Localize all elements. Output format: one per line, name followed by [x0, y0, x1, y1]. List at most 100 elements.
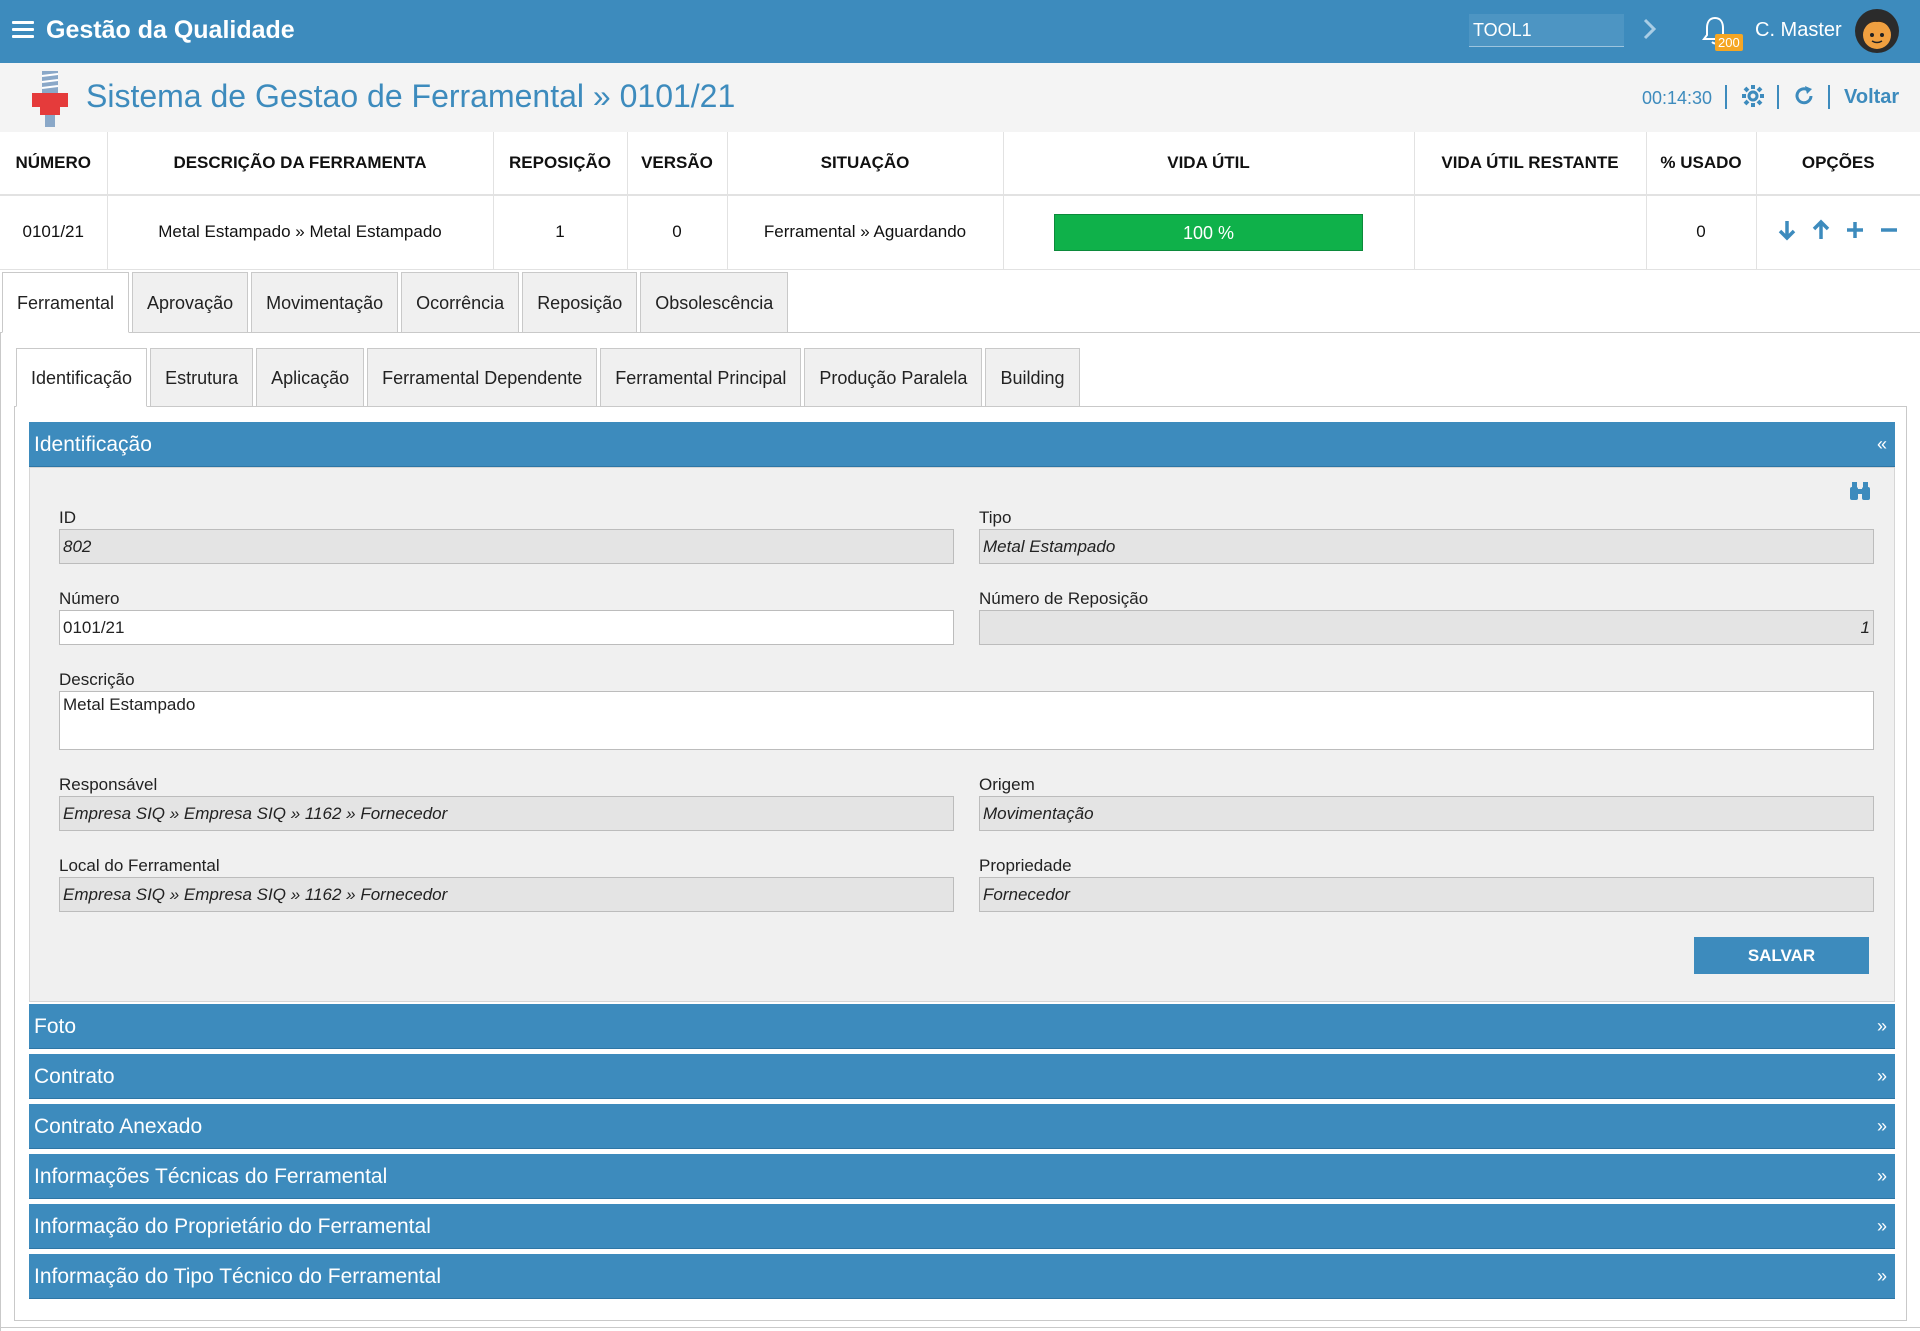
id-field[interactable] — [59, 529, 954, 564]
section-header-informacoes-tecnicas[interactable]: Informações Técnicas do Ferramental » — [29, 1154, 1895, 1199]
divider — [1828, 85, 1830, 109]
section-header-contrato-anexado[interactable]: Contrato Anexado » — [29, 1104, 1895, 1149]
tab-aplicacao[interactable]: Aplicação — [256, 348, 365, 407]
column-header: SITUAÇÃO — [727, 132, 1004, 196]
descricao-label: Descrição — [59, 670, 135, 689]
numero-reposicao-field[interactable] — [979, 610, 1874, 645]
sub-tabs: Identificação Estrutura Aplicação Ferram… — [16, 348, 1083, 407]
expand-icon[interactable]: » — [1877, 1254, 1887, 1299]
numero-reposicao-label: Número de Reposição — [979, 589, 1149, 608]
tool-search-input[interactable] — [1469, 14, 1624, 47]
expand-icon[interactable]: » — [1877, 1054, 1887, 1099]
tab-movimentacao[interactable]: Movimentação — [251, 272, 399, 333]
tab-obsolescencia[interactable]: Obsolescência — [640, 272, 789, 333]
column-header: % USADO — [1646, 132, 1757, 196]
app-title: Gestão da Qualidade — [46, 16, 295, 44]
back-link[interactable]: Voltar — [1844, 86, 1899, 109]
tipo-label: Tipo — [979, 508, 1012, 527]
divider — [1725, 85, 1727, 109]
column-header: VIDA ÚTIL RESTANTE — [1414, 132, 1647, 196]
local-ferramental-label: Local do Ferramental — [59, 856, 220, 875]
numero-label: Número — [59, 589, 120, 608]
cell-versao: 0 — [627, 195, 728, 270]
notification-badge: 200 — [1715, 34, 1743, 51]
cell-reposicao: 1 — [493, 195, 628, 270]
cell-vida-util-restante — [1414, 195, 1647, 270]
life-progress-bar: 100 % — [1054, 213, 1363, 251]
column-header: VIDA ÚTIL — [1003, 132, 1415, 196]
cell-descricao: Metal Estampado » Metal Estampado — [107, 195, 494, 270]
binoculars-icon[interactable] — [1849, 481, 1871, 501]
section-title: Contrato — [34, 1065, 115, 1088]
top-bar: Gestão da Qualidade 200 C. Master — [0, 0, 1920, 63]
section-header-informacao-tipo-tecnico[interactable]: Informação do Tipo Técnico do Ferramenta… — [29, 1254, 1895, 1299]
origem-field[interactable] — [979, 796, 1874, 831]
chevron-right-icon[interactable] — [1640, 15, 1660, 43]
divider — [1777, 85, 1779, 109]
section-title: Contrato Anexado — [34, 1115, 203, 1138]
user-name[interactable]: C. Master — [1755, 19, 1842, 42]
column-header: NÚMERO — [0, 132, 108, 196]
divider — [0, 1327, 1920, 1328]
tool-logo-icon — [32, 71, 68, 127]
column-header: REPOSIÇÃO — [493, 132, 628, 196]
column-header: VERSÃO — [627, 132, 728, 196]
save-button[interactable]: SALVAR — [1694, 937, 1869, 974]
cell-numero: 0101/21 — [0, 195, 108, 270]
avatar[interactable] — [1855, 9, 1899, 53]
tab-estrutura[interactable]: Estrutura — [150, 348, 254, 407]
tab-producao-paralela[interactable]: Produção Paralela — [804, 348, 983, 407]
arrow-up-icon[interactable] — [1810, 219, 1832, 241]
column-header: DESCRIÇÃO DA FERRAMENTA — [107, 132, 494, 196]
section-title: Informações Técnicas do Ferramental — [34, 1165, 388, 1188]
numero-field[interactable] — [59, 610, 954, 645]
expand-icon[interactable]: » — [1877, 1104, 1887, 1149]
tab-reposicao[interactable]: Reposição — [522, 272, 638, 333]
local-ferramental-field[interactable] — [59, 877, 954, 912]
hamburger-menu-icon[interactable] — [12, 21, 34, 39]
cell-situacao: Ferramental » Aguardando — [727, 195, 1004, 270]
main-tabs: Ferramental Aprovação Movimentação Ocorr… — [2, 272, 791, 333]
section-header-foto[interactable]: Foto » — [29, 1004, 1895, 1049]
session-clock: 00:14:30 — [1642, 88, 1713, 108]
collapse-icon[interactable]: « — [1877, 422, 1887, 467]
arrow-down-icon[interactable] — [1776, 219, 1798, 241]
tipo-field[interactable] — [979, 529, 1874, 564]
tab-ferramental-dependente[interactable]: Ferramental Dependente — [367, 348, 598, 407]
descricao-textarea[interactable]: Metal Estampado — [59, 691, 1874, 750]
gear-icon[interactable] — [1741, 84, 1765, 108]
id-label: ID — [59, 508, 76, 527]
section-title: Identificação — [34, 433, 152, 456]
section-title: Informação do Proprietário do Ferramenta… — [34, 1215, 431, 1238]
expand-icon[interactable]: » — [1877, 1154, 1887, 1199]
tab-ferramental[interactable]: Ferramental — [2, 272, 130, 333]
refresh-icon[interactable] — [1792, 84, 1816, 108]
responsavel-field[interactable] — [59, 796, 954, 831]
tab-identificacao[interactable]: Identificação — [16, 348, 148, 407]
origem-label: Origem — [979, 775, 1035, 794]
cell-usado: 0 — [1646, 195, 1757, 270]
section-header-identificacao[interactable]: Identificação « — [29, 422, 1895, 467]
cell-vida-util: 100 % — [1003, 195, 1415, 270]
plus-icon[interactable] — [1844, 219, 1866, 241]
column-header: OPÇÕES — [1756, 132, 1920, 196]
expand-icon[interactable]: » — [1877, 1204, 1887, 1249]
tab-ferramental-principal[interactable]: Ferramental Principal — [600, 348, 802, 407]
page-header: Sistema de Gestao de Ferramental » 0101/… — [0, 63, 1920, 132]
table-row: 0101/21 Metal Estampado » Metal Estampad… — [0, 195, 1920, 270]
expand-icon[interactable]: » — [1877, 1004, 1887, 1049]
minus-icon[interactable] — [1878, 219, 1900, 241]
page-title: Sistema de Gestao de Ferramental » 0101/… — [86, 78, 736, 114]
table-header-row: NÚMERO DESCRIÇÃO DA FERRAMENTA REPOSIÇÃO… — [0, 132, 1920, 196]
section-title: Informação do Tipo Técnico do Ferramenta… — [34, 1265, 441, 1288]
section-header-informacao-proprietario[interactable]: Informação do Proprietário do Ferramenta… — [29, 1204, 1895, 1249]
section-header-contrato[interactable]: Contrato » — [29, 1054, 1895, 1099]
responsavel-label: Responsável — [59, 775, 158, 794]
propriedade-field[interactable] — [979, 877, 1874, 912]
tab-aprovacao[interactable]: Aprovação — [132, 272, 249, 333]
cell-opcoes — [1756, 195, 1920, 270]
section-title: Foto — [34, 1015, 77, 1038]
tab-building[interactable]: Building — [985, 348, 1080, 407]
propriedade-label: Propriedade — [979, 856, 1072, 875]
tab-ocorrencia[interactable]: Ocorrência — [401, 272, 520, 333]
